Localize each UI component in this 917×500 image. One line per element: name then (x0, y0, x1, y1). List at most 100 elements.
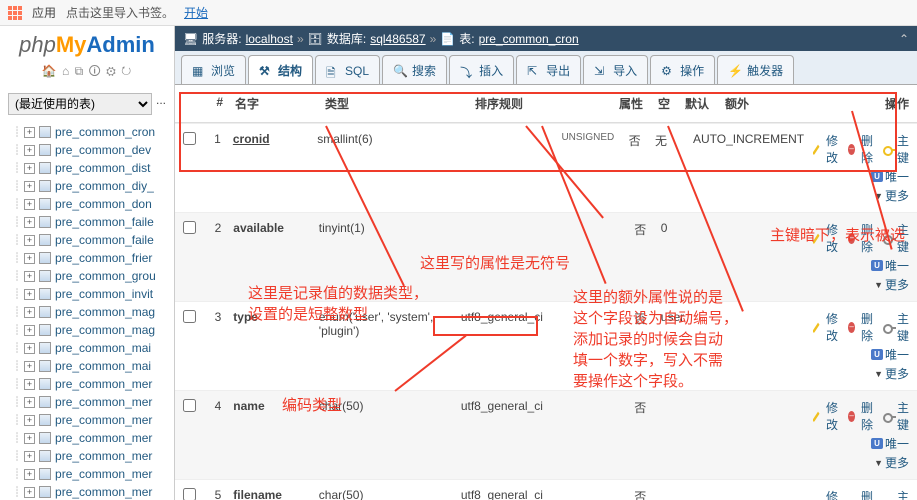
row-checkbox[interactable] (183, 488, 196, 500)
more-action[interactable]: ▼更多 (874, 454, 909, 471)
sidebar-toolbar[interactable]: 🏠 ⌂ ⧉ 🛈 ⚙ ↻ (0, 60, 174, 89)
tab-0[interactable]: ▦浏览 (181, 55, 246, 84)
table-link[interactable]: pre_common_cron (479, 32, 579, 46)
col-name[interactable]: type (233, 310, 258, 324)
edit-action[interactable]: 修改 (813, 310, 838, 344)
expand-icon[interactable]: + (24, 181, 35, 192)
db-link[interactable]: sql486587 (370, 32, 425, 46)
edit-action[interactable]: 修改 (813, 132, 838, 166)
sidebar-table-item[interactable]: ┊+pre_common_mag (0, 303, 174, 321)
table-name: pre_common_don (55, 197, 152, 211)
filter-dots: ... (156, 93, 166, 115)
primary-action[interactable]: 主键 (883, 488, 909, 500)
row-checkbox[interactable] (183, 399, 196, 412)
apps-label[interactable]: 应用 (32, 4, 56, 21)
tab-3[interactable]: 🔍搜索 (382, 55, 447, 84)
sidebar-table-item[interactable]: ┊+pre_common_mer (0, 465, 174, 483)
expand-icon[interactable]: + (24, 469, 35, 480)
expand-icon[interactable]: + (24, 361, 35, 372)
drop-action[interactable]: –删除 (848, 399, 873, 433)
tab-6[interactable]: ⇲导入 (583, 55, 648, 84)
primary-action[interactable]: 主键 (883, 132, 909, 166)
sidebar-table-item[interactable]: ┊+pre_common_faile (0, 231, 174, 249)
tab-2[interactable]: 🗎SQL (315, 55, 380, 84)
table-icon (39, 288, 51, 300)
row-checkbox[interactable] (183, 221, 196, 234)
col-name[interactable]: available (233, 221, 284, 235)
expand-icon[interactable]: + (24, 199, 35, 210)
expand-icon[interactable]: + (24, 289, 35, 300)
expand-icon[interactable]: + (24, 163, 35, 174)
more-action[interactable]: ▼更多 (874, 365, 909, 382)
tab-4[interactable]: ⤵插入 (449, 55, 514, 84)
sidebar-table-item[interactable]: ┊+pre_common_mag (0, 321, 174, 339)
expand-icon[interactable]: + (24, 127, 35, 138)
sidebar-table-item[interactable]: ┊+pre_common_mer (0, 447, 174, 465)
unique-action[interactable]: U唯一 (871, 168, 909, 185)
drop-action[interactable]: –删除 (848, 132, 873, 166)
row-checkbox[interactable] (183, 132, 196, 145)
drop-action[interactable]: –删除 (848, 221, 873, 255)
expand-icon[interactable]: + (24, 145, 35, 156)
more-action[interactable]: ▼更多 (874, 276, 909, 293)
drop-action[interactable]: –删除 (848, 488, 873, 500)
sidebar-table-item[interactable]: ┊+pre_common_mai (0, 339, 174, 357)
sidebar-table-item[interactable]: ┊+pre_common_frier (0, 249, 174, 267)
unique-action[interactable]: U唯一 (871, 257, 909, 274)
h-name[interactable]: 名字 (229, 91, 319, 116)
bookmark-start[interactable]: 开始 (184, 4, 208, 21)
drop-action[interactable]: –删除 (848, 310, 873, 344)
tab-5[interactable]: ⇱导出 (516, 55, 581, 84)
sidebar-table-item[interactable]: ┊+pre_common_mai (0, 357, 174, 375)
recent-tables-select[interactable]: (最近使用的表) (8, 93, 152, 115)
tab-1[interactable]: ⚒结构 (248, 55, 313, 84)
sidebar-table-item[interactable]: ┊+pre_common_don (0, 195, 174, 213)
expand-icon[interactable]: + (24, 235, 35, 246)
sidebar-table-item[interactable]: ┊+pre_common_grou (0, 267, 174, 285)
expand-icon[interactable]: + (24, 343, 35, 354)
col-name[interactable]: filename (233, 488, 282, 500)
expand-icon[interactable]: + (24, 217, 35, 228)
sidebar-table-item[interactable]: ┊+pre_common_mer (0, 483, 174, 500)
unique-action[interactable]: U唯一 (871, 435, 909, 452)
edit-action[interactable]: 修改 (813, 399, 838, 433)
sidebar-table-item[interactable]: ┊+pre_common_faile (0, 213, 174, 231)
sidebar-table-item[interactable]: ┊+pre_common_dist (0, 159, 174, 177)
sidebar-table-item[interactable]: ┊+pre_common_mer (0, 393, 174, 411)
more-action[interactable]: ▼更多 (874, 187, 909, 204)
expand-icon[interactable]: + (24, 307, 35, 318)
expand-icon[interactable]: + (24, 271, 35, 282)
bookmark-hint[interactable]: 点击这里导入书签。 (66, 4, 174, 21)
sidebar-table-item[interactable]: ┊+pre_common_diy_ (0, 177, 174, 195)
sidebar-table-item[interactable]: ┊+pre_common_cron (0, 123, 174, 141)
sidebar-table-item[interactable]: ┊+pre_common_mer (0, 429, 174, 447)
primary-action[interactable]: 主键 (883, 399, 909, 433)
col-name[interactable]: cronid (233, 132, 270, 146)
expand-icon[interactable]: + (24, 487, 35, 498)
tab-7[interactable]: ⚙操作 (650, 55, 715, 84)
sidebar-table-item[interactable]: ┊+pre_common_mer (0, 375, 174, 393)
expand-icon[interactable]: + (24, 397, 35, 408)
primary-action[interactable]: 主键 (883, 310, 909, 344)
expand-icon[interactable]: + (24, 451, 35, 462)
unique-action[interactable]: U唯一 (871, 346, 909, 363)
tab-8[interactable]: ⚡触发器 (717, 55, 794, 84)
col-name[interactable]: name (233, 399, 264, 413)
expand-icon[interactable]: + (24, 415, 35, 426)
expand-icon[interactable]: + (24, 325, 35, 336)
row-checkbox[interactable] (183, 310, 196, 323)
sidebar-table-item[interactable]: ┊+pre_common_dev (0, 141, 174, 159)
panel-hide-icon[interactable]: ⌃ (899, 32, 909, 46)
sidebar-table-item[interactable]: ┊+pre_common_invit (0, 285, 174, 303)
server-link[interactable]: localhost (246, 32, 293, 46)
apps-icon[interactable] (8, 6, 22, 20)
edit-action[interactable]: 修改 (813, 488, 838, 500)
col-extra (693, 395, 807, 403)
expand-icon[interactable]: + (24, 433, 35, 444)
expand-icon[interactable]: + (24, 379, 35, 390)
edit-action[interactable]: 修改 (813, 221, 838, 255)
sidebar-table-item[interactable]: ┊+pre_common_mer (0, 411, 174, 429)
table-icon (39, 270, 51, 282)
expand-icon[interactable]: + (24, 253, 35, 264)
primary-action[interactable]: 主键 (883, 221, 909, 255)
